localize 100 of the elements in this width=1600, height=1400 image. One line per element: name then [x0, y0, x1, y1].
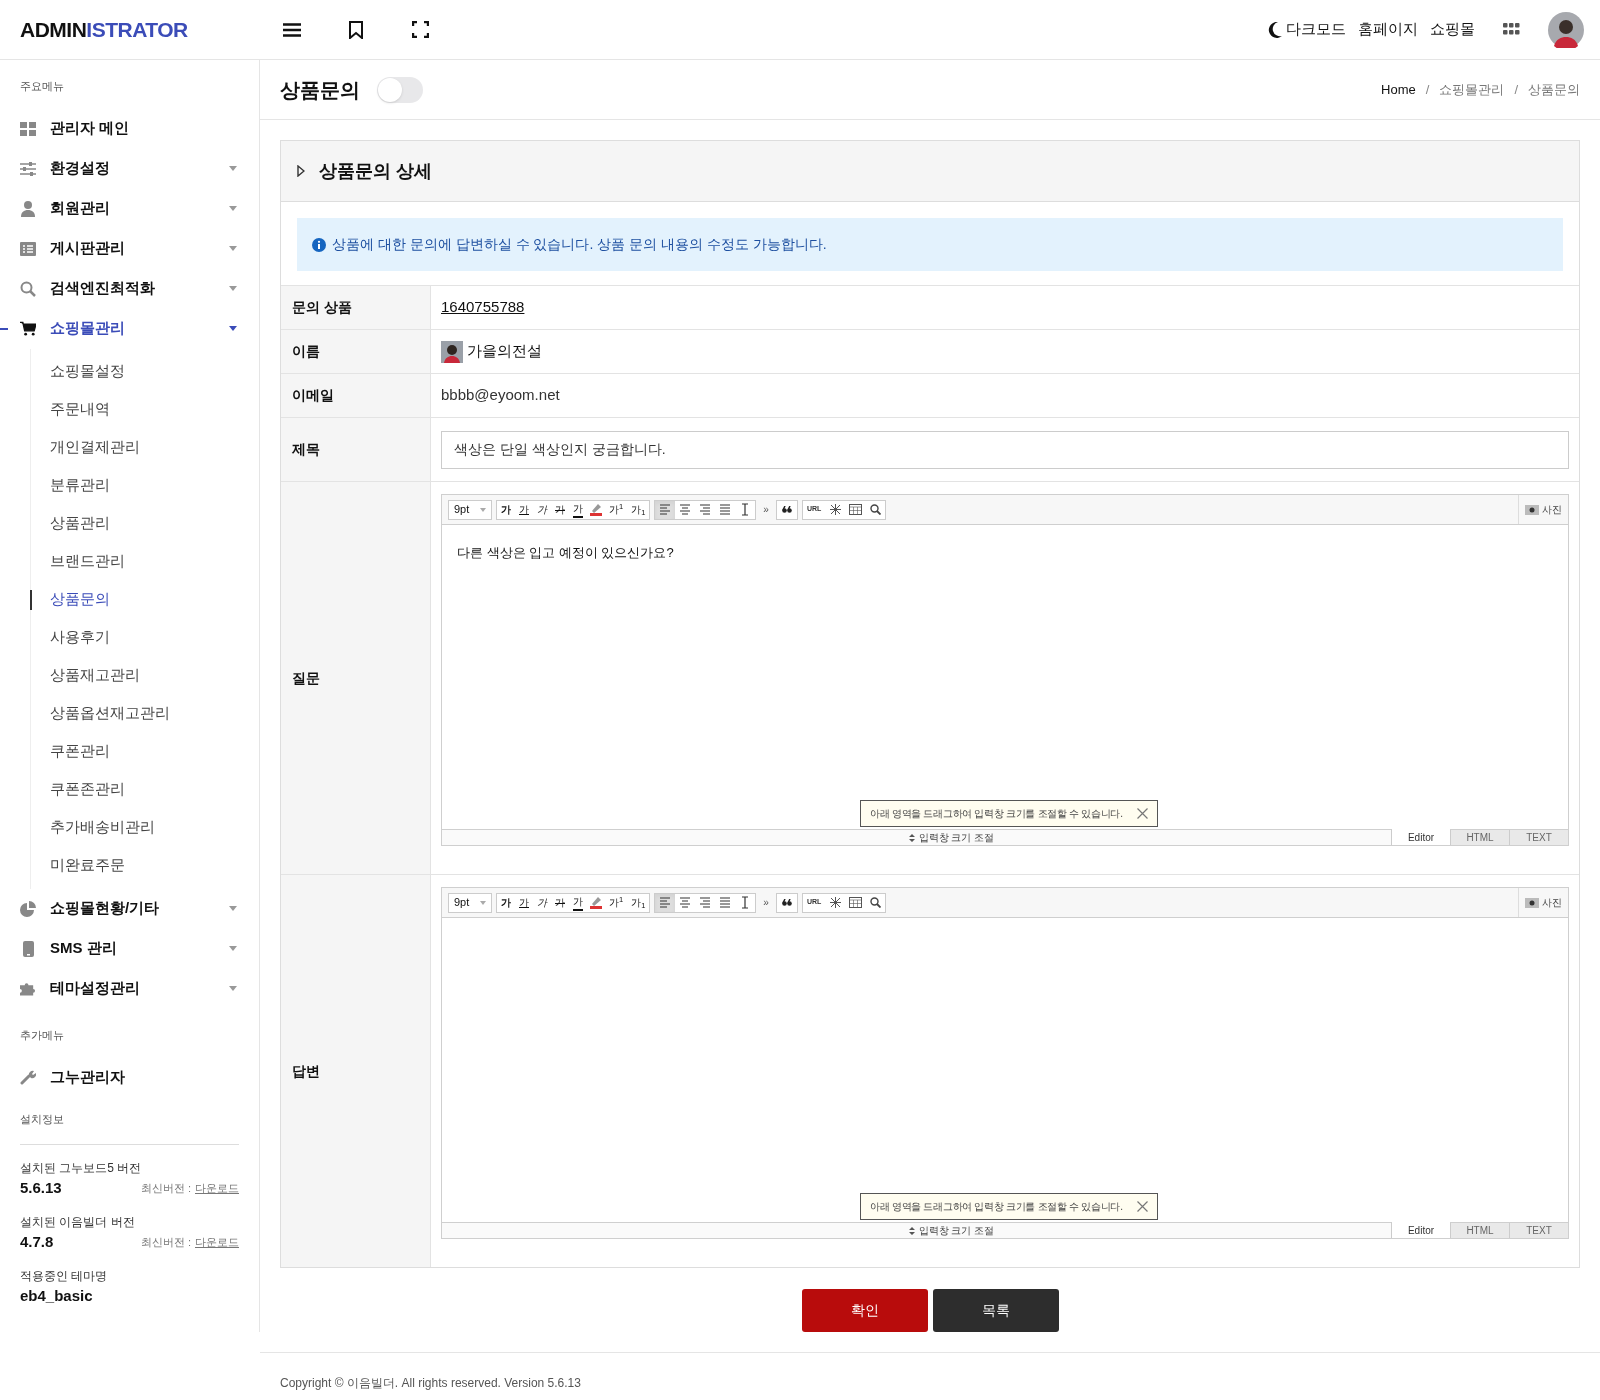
- submenu-item[interactable]: 상품문의: [50, 588, 110, 611]
- field-label: 이메일: [292, 386, 334, 405]
- format-button[interactable]: 가: [497, 893, 515, 912]
- sidebar-item[interactable]: 검색엔진최적화: [50, 277, 155, 300]
- format-button[interactable]: 가$_{1}$: [627, 893, 650, 912]
- header-link[interactable]: 쇼핑몰: [1430, 18, 1475, 41]
- sidebar-item[interactable]: 회원관리: [50, 197, 110, 220]
- format-button[interactable]: 가$^{1}$: [605, 500, 628, 519]
- submenu-item[interactable]: 개인결제관리: [50, 436, 140, 459]
- submenu-item[interactable]: 상품옵션재고관리: [50, 702, 170, 725]
- format-button[interactable]: 가: [533, 893, 551, 912]
- field-label: 문의 상품: [292, 298, 352, 317]
- resize-handle[interactable]: 입력창 크기 조절: [838, 1223, 995, 1238]
- submenu-item[interactable]: 브랜드관리: [50, 550, 125, 573]
- format-button[interactable]: 가: [515, 500, 533, 519]
- logo[interactable]: ADMINISTRATOR: [20, 13, 188, 46]
- subject-field[interactable]: 색상은 단일 색상인지 궁금합니다.: [441, 430, 1569, 469]
- sliders-icon: [20, 161, 36, 176]
- version-value: 4.7.8: [20, 1232, 54, 1253]
- cart-icon: [20, 321, 36, 336]
- mode-tab[interactable]: HTML: [1450, 830, 1509, 845]
- sidebar-item[interactable]: 쇼핑몰현황/기타: [50, 897, 160, 920]
- mode-tab[interactable]: TEXT: [1509, 1223, 1568, 1238]
- font-size-dropdown[interactable]: 9pt: [448, 892, 492, 913]
- breadcrumb-link[interactable]: 상품문의: [1528, 79, 1580, 100]
- field-label: 질문: [292, 668, 320, 688]
- submenu-item[interactable]: 추가배송비관리: [50, 816, 155, 839]
- resize-handle[interactable]: 입력창 크기 조절: [838, 830, 995, 845]
- expand-icon[interactable]: [297, 165, 305, 177]
- format-button[interactable]: 가: [569, 500, 587, 519]
- breadcrumb-separator: /: [1514, 80, 1518, 99]
- camera-icon: [1525, 504, 1539, 515]
- fullscreen-icon[interactable]: [410, 19, 430, 40]
- photo-button[interactable]: 사진: [1518, 888, 1562, 917]
- download-link[interactable]: 다운로드: [195, 1234, 239, 1251]
- sidebar-item[interactable]: 테마설정관리: [50, 977, 140, 1000]
- submenu-item[interactable]: 쿠폰관리: [50, 740, 110, 763]
- phone-icon: [22, 940, 34, 957]
- quote-icon[interactable]: [775, 892, 798, 913]
- mode-tab[interactable]: TEXT: [1509, 830, 1568, 845]
- sidebar-item[interactable]: 관리자 메인: [50, 117, 130, 140]
- submenu-item[interactable]: 상품관리: [50, 512, 110, 535]
- version-value: eb4_basic: [20, 1286, 93, 1307]
- submenu-item[interactable]: 미완료주문: [50, 854, 125, 877]
- font-size-dropdown[interactable]: 9pt: [448, 499, 492, 520]
- submenu-item[interactable]: 주문내역: [50, 398, 110, 421]
- product-link[interactable]: 1640755788: [441, 296, 525, 319]
- confirm-button[interactable]: 확인: [801, 1289, 928, 1332]
- sidebar-item[interactable]: SMS 관리: [50, 937, 117, 960]
- format-button[interactable]: 가$_{1}$: [627, 500, 650, 519]
- latest-version-label: 최신버전 :: [140, 1235, 191, 1251]
- pie-chart-icon: [20, 900, 36, 917]
- align-center-icon: [678, 895, 693, 910]
- tooltip-text: 아래 영역을 드래그하여 입력창 크기를 조절할 수 있습니다.: [870, 1200, 1123, 1214]
- more-button[interactable]: »: [760, 895, 772, 910]
- header-link[interactable]: 다크모드: [1268, 18, 1346, 41]
- mode-tab[interactable]: Editor: [1391, 1222, 1450, 1238]
- format-button[interactable]: 가: [497, 500, 515, 519]
- editor-text: 다른 색상은 입고 예정이 있으신가요?: [457, 544, 675, 562]
- version-value: 5.6.13: [20, 1178, 62, 1199]
- download-link[interactable]: 다운로드: [195, 1180, 239, 1197]
- bookmark-icon[interactable]: [346, 19, 366, 40]
- align-center-icon: [678, 502, 693, 517]
- format-button[interactable]: 가: [551, 893, 569, 912]
- mode-tab[interactable]: Editor: [1391, 829, 1450, 845]
- align-right-icon: [698, 895, 713, 910]
- mode-tab[interactable]: HTML: [1450, 1223, 1509, 1238]
- highlighter-icon[interactable]: [589, 503, 603, 516]
- photo-button[interactable]: 사진: [1518, 495, 1562, 524]
- toggle-switch[interactable]: [377, 76, 423, 103]
- breadcrumb-link[interactable]: Home: [1381, 79, 1416, 100]
- format-button[interactable]: 가: [515, 893, 533, 912]
- sidebar-item[interactable]: 그누관리자: [50, 1065, 125, 1089]
- align-button[interactable]: [655, 500, 676, 519]
- apps-icon[interactable]: [1503, 22, 1520, 37]
- page-title: 상품문의: [280, 77, 360, 103]
- format-button[interactable]: 가: [569, 893, 587, 912]
- close-icon[interactable]: [1137, 1201, 1148, 1212]
- sidebar-item[interactable]: 환경설정: [50, 157, 110, 180]
- format-button[interactable]: 가: [533, 500, 551, 519]
- close-icon[interactable]: [1137, 808, 1148, 819]
- quote-icon[interactable]: [775, 499, 798, 520]
- header-link[interactable]: 홈페이지: [1358, 18, 1418, 41]
- list-button[interactable]: 목록: [932, 1289, 1059, 1332]
- field-label: 이름: [292, 342, 320, 361]
- email-text: bbbb@eyoom.net: [441, 385, 560, 406]
- submenu-item[interactable]: 상품재고관리: [50, 664, 140, 687]
- format-button[interactable]: 가$^{1}$: [605, 893, 628, 912]
- format-button[interactable]: 가: [551, 500, 569, 519]
- wrench-icon: [20, 1069, 36, 1085]
- breadcrumb-link[interactable]: 쇼핑몰관리: [1439, 79, 1505, 100]
- submenu-item[interactable]: 쿠폰존관리: [50, 778, 125, 801]
- submenu-item[interactable]: 분류관리: [50, 474, 110, 497]
- highlighter-icon[interactable]: [589, 896, 603, 909]
- submenu-item[interactable]: 쇼핑몰설정: [50, 360, 125, 383]
- align-button[interactable]: [655, 893, 676, 912]
- sidebar-item[interactable]: 게시판관리: [50, 237, 125, 260]
- sidebar-item[interactable]: 쇼핑몰관리: [50, 317, 125, 340]
- submenu-item[interactable]: 사용후기: [50, 626, 110, 649]
- more-button[interactable]: »: [760, 502, 772, 517]
